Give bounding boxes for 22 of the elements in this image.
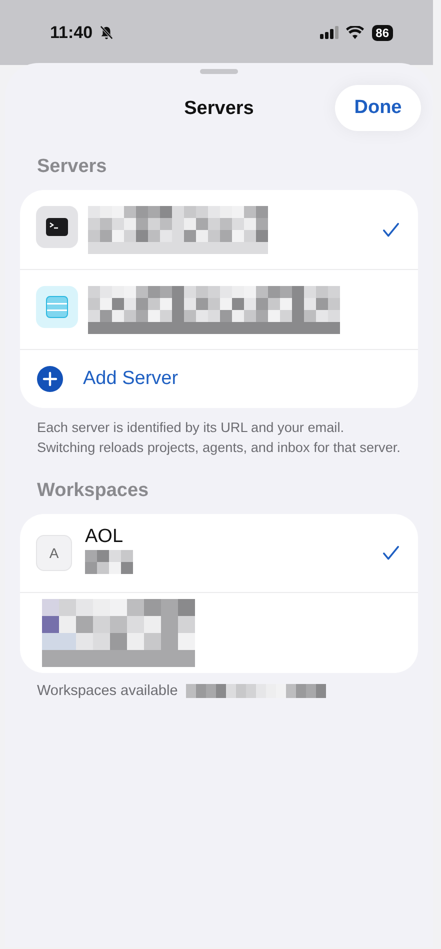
wifi-icon: [346, 26, 364, 39]
sheet-title: Servers: [184, 98, 254, 120]
checkmark-icon: [382, 545, 400, 561]
plus-circle-icon: [37, 366, 63, 392]
workspace-name: AOL: [85, 526, 124, 548]
redacted-mosaic-drawing: [85, 550, 133, 574]
section-header: Workspaces: [37, 480, 150, 502]
server-stack-icon: [36, 286, 78, 328]
done-button[interactable]: Done: [335, 85, 421, 131]
terminal-icon: [36, 206, 78, 248]
checkmark-icon: [382, 222, 400, 238]
add-server-row[interactable]: Add Server: [20, 349, 418, 408]
status-time: 11:40: [50, 22, 93, 42]
signal-icon: [320, 26, 340, 39]
section-header: Servers: [37, 156, 108, 178]
workspace-avatar: A: [36, 535, 72, 571]
battery-level: 86: [372, 24, 393, 40]
section-footer: Each server is identified by its URL and your email. Switching reloads projects, agents, and inbox for that server.: [37, 418, 401, 458]
section-footer: Workspaces available: [37, 683, 178, 699]
workspace-row[interactable]: A AOL: [20, 514, 418, 592]
bell-muted-icon: [98, 25, 114, 40]
add-server-label[interactable]: Add Server: [83, 368, 178, 390]
